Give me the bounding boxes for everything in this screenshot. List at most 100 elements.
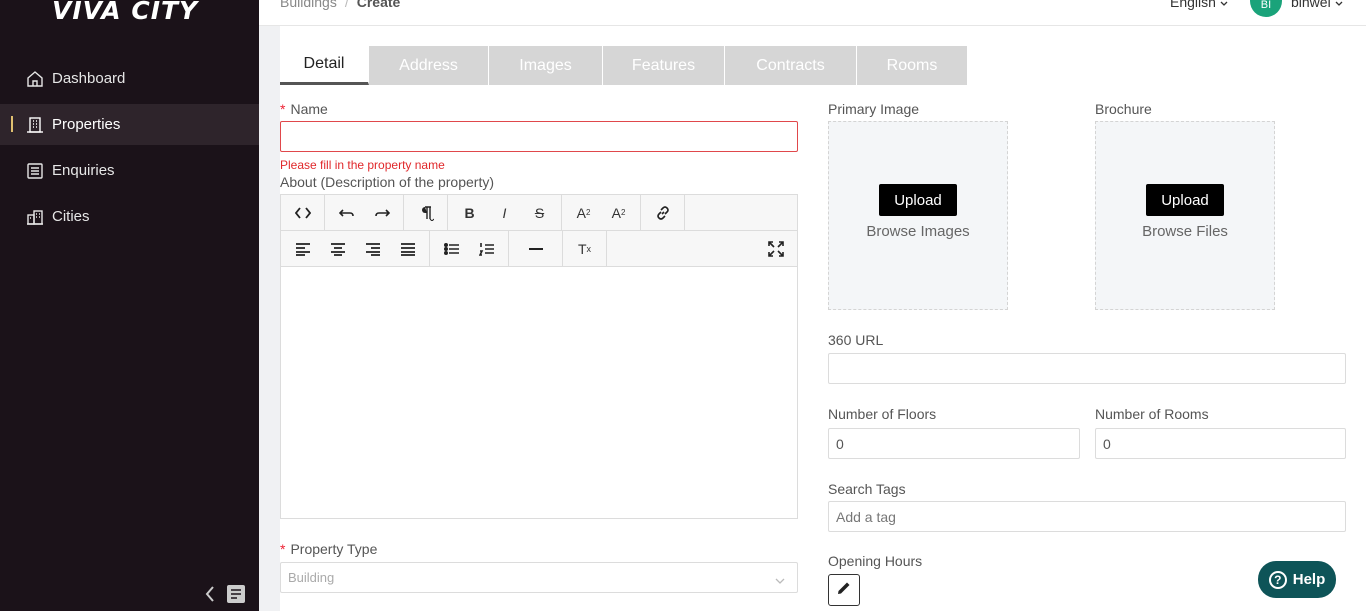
opening-hours-edit-button[interactable]: [828, 574, 860, 606]
top-bar: Buildings / Create English BI binwei: [259, 0, 1366, 26]
strikethrough-icon[interactable]: S: [522, 195, 557, 231]
sidebar-item-properties[interactable]: Properties: [0, 104, 259, 145]
fullscreen-icon[interactable]: [758, 231, 793, 267]
superscript-icon[interactable]: A2: [566, 195, 601, 231]
horizontal-rule-icon[interactable]: [513, 231, 558, 267]
url360-label: 360 URL: [828, 332, 884, 348]
brochure-label: Brochure: [1095, 101, 1152, 117]
building-icon: [26, 116, 44, 134]
tb-group-history: [325, 194, 404, 231]
tb-group-paragraph: [404, 194, 448, 231]
primary-image-upload-button[interactable]: Upload: [879, 184, 957, 216]
tb-group-link: [641, 194, 685, 231]
menu-list-icon[interactable]: [227, 585, 245, 608]
rooms-input[interactable]: 0: [1095, 428, 1346, 459]
sidebar-item-cities[interactable]: Cities: [0, 196, 259, 237]
sidebar-item-label: Dashboard: [52, 70, 126, 87]
italic-icon[interactable]: I: [487, 195, 522, 231]
rich-text-editor: B I S A2 A2 T x: [280, 194, 798, 519]
property-type-label: * Property Type: [280, 541, 377, 557]
primary-image-dropzone[interactable]: Upload Browse Images: [828, 121, 1008, 310]
floors-label: Number of Floors: [828, 406, 937, 422]
brochure-dropzone[interactable]: Upload Browse Files: [1095, 121, 1275, 310]
redo-icon[interactable]: [364, 195, 399, 231]
search-tags-input[interactable]: Add a tag: [828, 501, 1346, 532]
breadcrumb-create: Create: [356, 0, 401, 10]
language-selector[interactable]: English: [1170, 0, 1228, 10]
property-type-label-text: Property Type: [290, 541, 378, 557]
bold-icon[interactable]: B: [452, 195, 487, 231]
numbered-list-icon[interactable]: [469, 231, 504, 267]
tb-group-format: B I S: [448, 194, 562, 231]
editor-toolbar-row-1: B I S A2 A2: [281, 194, 797, 231]
sidebar-item-dashboard[interactable]: Dashboard: [0, 58, 259, 99]
tab-address[interactable]: Address: [369, 46, 489, 85]
home-icon: [26, 70, 44, 88]
tb-group-align: [281, 230, 430, 267]
pencil-icon: [837, 581, 851, 600]
undo-icon[interactable]: [329, 195, 364, 231]
tb-group-code: [281, 194, 325, 231]
name-input[interactable]: [280, 121, 798, 152]
sidebar-item-label: Cities: [52, 208, 90, 225]
clear-format-icon[interactable]: Tx: [567, 231, 602, 267]
sidebar-item-label: Properties: [52, 116, 121, 133]
question-icon: ?: [1268, 570, 1287, 589]
app-logo[interactable]: VIVA CITY: [52, 0, 198, 25]
city-icon: [26, 208, 44, 226]
help-button[interactable]: ? Help: [1258, 561, 1336, 598]
chevron-down-icon: [775, 572, 785, 587]
tab-contracts[interactable]: Contracts: [725, 46, 857, 85]
collapse-chevron-icon[interactable]: [205, 586, 215, 607]
align-left-icon[interactable]: [285, 231, 320, 267]
name-error: Please fill in the property name: [280, 158, 445, 172]
chevron-down-icon: [1220, 0, 1228, 10]
paragraph-icon[interactable]: [408, 195, 443, 231]
browse-images-text: Browse Images: [866, 223, 970, 240]
align-center-icon[interactable]: [320, 231, 355, 267]
tab-rooms[interactable]: Rooms: [857, 46, 968, 85]
url360-input[interactable]: [828, 353, 1346, 384]
required-marker: *: [280, 541, 286, 557]
brochure-upload-button[interactable]: Upload: [1146, 184, 1224, 216]
tb-group-script: A2 A2: [562, 194, 641, 231]
code-view-icon[interactable]: [285, 195, 320, 231]
breadcrumb-separator: /: [344, 0, 349, 10]
browse-files-text: Browse Files: [1142, 223, 1228, 240]
user-menu[interactable]: binwei: [1291, 0, 1343, 10]
align-right-icon[interactable]: [355, 231, 390, 267]
username: binwei: [1291, 0, 1331, 10]
name-label: * Name: [280, 101, 328, 117]
tb-group-clear: Tx: [563, 230, 607, 267]
primary-image-label: Primary Image: [828, 101, 920, 117]
about-label: About (Description of the property): [280, 174, 494, 190]
sidebar-footer: [205, 585, 245, 608]
language-label: English: [1170, 0, 1216, 10]
align-justify-icon[interactable]: [390, 231, 425, 267]
avatar[interactable]: BI: [1250, 0, 1282, 17]
tab-features[interactable]: Features: [603, 46, 725, 85]
sidebar: VIVA CITY Dashboard Properties Enquiries…: [0, 0, 259, 611]
required-marker: *: [280, 101, 286, 117]
editor-content-area[interactable]: [281, 267, 797, 518]
floors-input[interactable]: 0: [828, 428, 1080, 459]
link-icon[interactable]: [645, 195, 680, 231]
sidebar-item-enquiries[interactable]: Enquiries: [0, 150, 259, 191]
tab-images[interactable]: Images: [489, 46, 603, 85]
breadcrumb-buildings[interactable]: Buildings: [280, 0, 337, 10]
sidebar-nav: Dashboard Properties Enquiries Cities: [0, 58, 259, 242]
tb-group-rule: [509, 230, 563, 267]
tab-bar: Detail Address Images Features Contracts…: [280, 46, 968, 85]
property-type-select[interactable]: Building: [280, 562, 798, 593]
main-area: Buildings / Create English BI binwei Detai…: [259, 0, 1366, 611]
help-label: Help: [1292, 571, 1326, 588]
tab-detail[interactable]: Detail: [280, 46, 369, 85]
breadcrumb: Buildings / Create: [280, 0, 400, 10]
form-panel: Detail Address Images Features Contracts…: [280, 26, 1366, 611]
subscript-icon[interactable]: A2: [601, 195, 636, 231]
sidebar-item-label: Enquiries: [52, 162, 115, 179]
bullet-list-icon[interactable]: [434, 231, 469, 267]
name-label-text: Name: [290, 101, 328, 117]
search-tags-label: Search Tags: [828, 481, 906, 497]
list-icon: [26, 162, 44, 180]
